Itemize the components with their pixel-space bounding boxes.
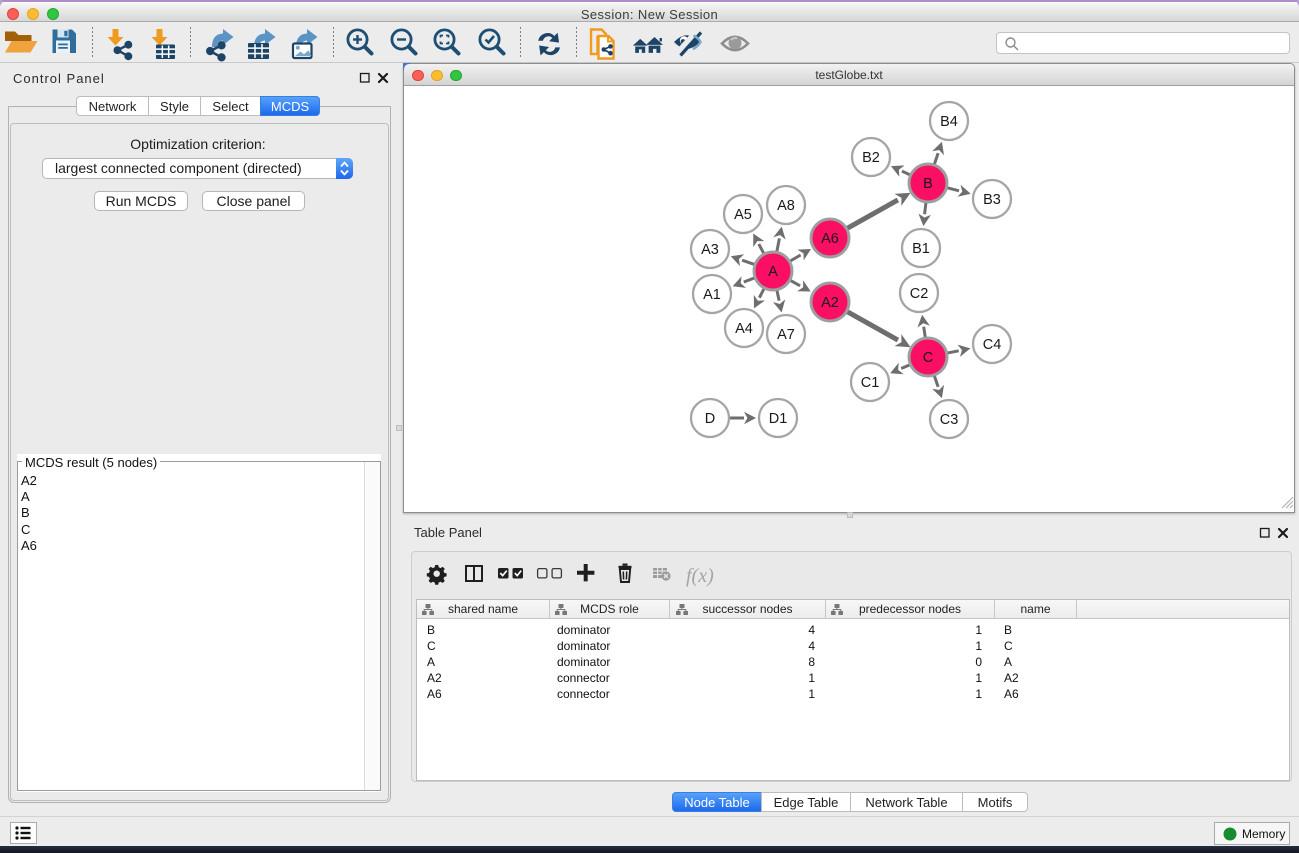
svg-text:C3: C3 bbox=[940, 412, 959, 428]
svg-text:B: B bbox=[923, 176, 933, 192]
svg-text:f(x): f(x) bbox=[686, 565, 714, 587]
svg-text:D: D bbox=[705, 411, 715, 427]
svg-text:B1: B1 bbox=[912, 241, 930, 257]
svg-text:D1: D1 bbox=[769, 411, 788, 427]
svg-text:C4: C4 bbox=[983, 337, 1002, 353]
svg-text:A7: A7 bbox=[777, 327, 795, 343]
svg-text:C: C bbox=[923, 350, 933, 366]
svg-text:A2: A2 bbox=[821, 295, 839, 311]
svg-text:B4: B4 bbox=[940, 114, 958, 130]
svg-text:B2: B2 bbox=[862, 150, 880, 166]
svg-text:A4: A4 bbox=[735, 321, 753, 337]
svg-text:A5: A5 bbox=[734, 207, 752, 223]
svg-text:C2: C2 bbox=[910, 286, 929, 302]
svg-text:A: A bbox=[768, 264, 778, 280]
svg-text:B3: B3 bbox=[983, 192, 1001, 208]
svg-text:A8: A8 bbox=[777, 198, 795, 214]
svg-text:A1: A1 bbox=[703, 287, 721, 303]
svg-text:C1: C1 bbox=[861, 375, 880, 391]
svg-text:A3: A3 bbox=[701, 242, 719, 258]
svg-text:A6: A6 bbox=[821, 231, 839, 247]
